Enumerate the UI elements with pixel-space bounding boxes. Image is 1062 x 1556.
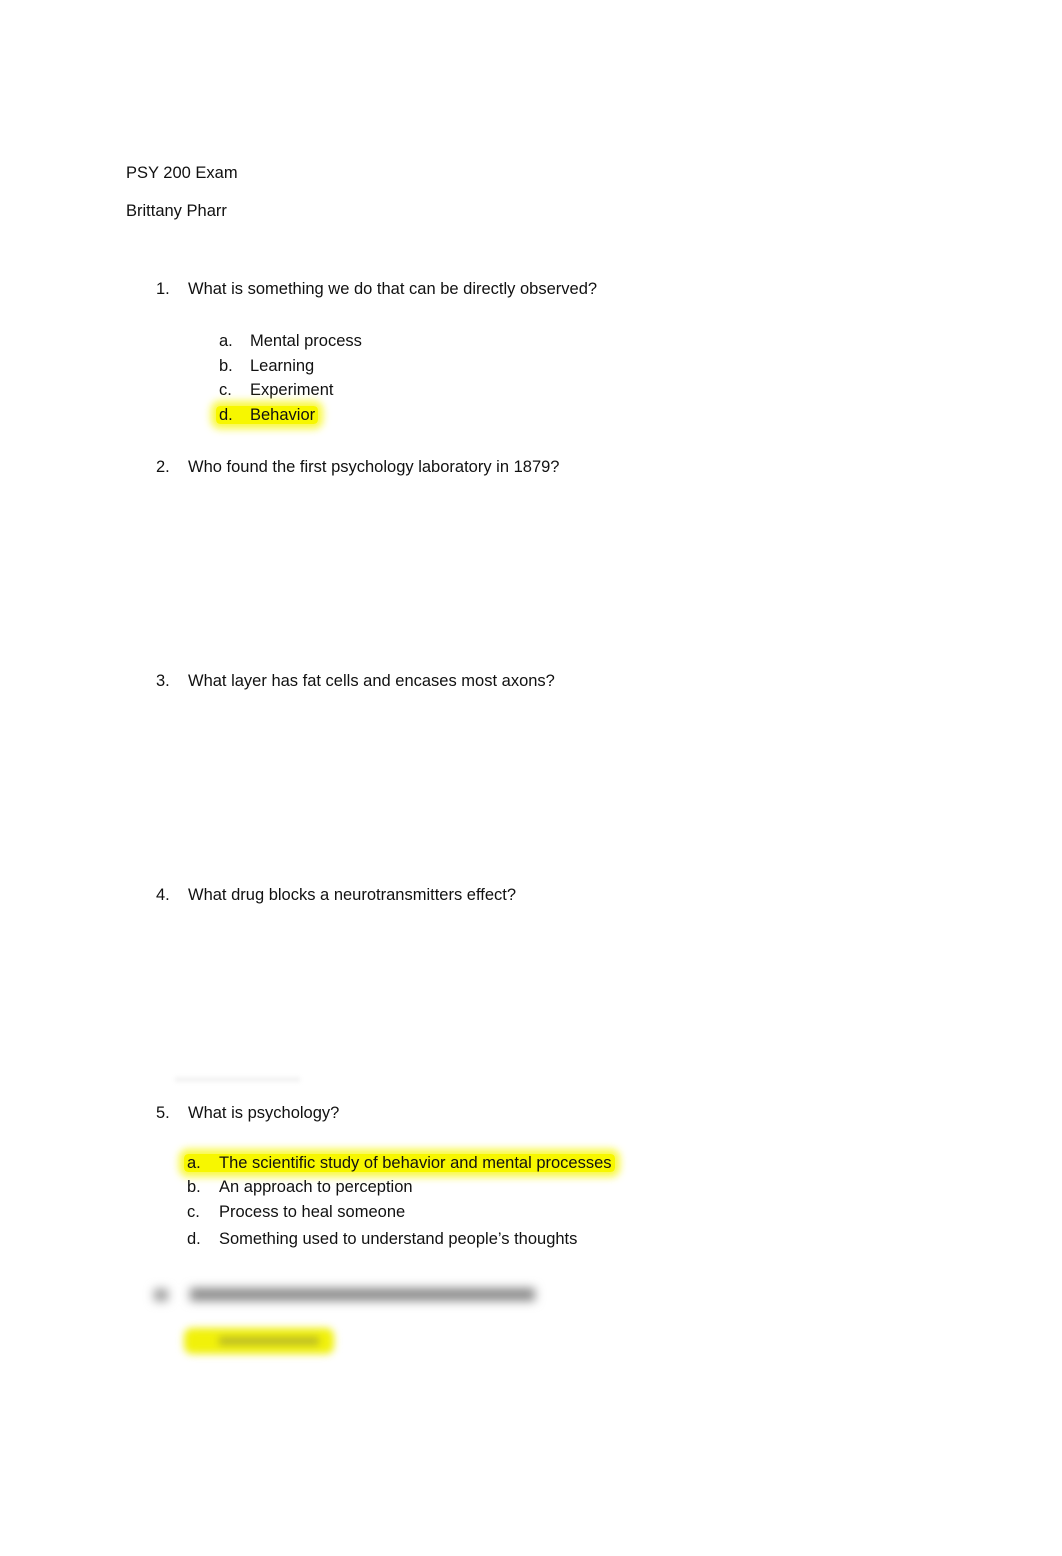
- q1-option-b: b. Learning: [219, 356, 314, 376]
- document-page: PSY 200 Exam Brittany Pharr 1. What is so…: [0, 0, 1062, 1556]
- q5-option-d: d. Something used to understand people’s …: [187, 1229, 577, 1249]
- question-number: 4.: [156, 886, 170, 904]
- question-2: 2. Who found the first psychology laborat…: [156, 457, 559, 477]
- option-letter: c.: [219, 381, 232, 399]
- question-number: 5.: [156, 1104, 170, 1122]
- option-letter: a.: [219, 332, 233, 350]
- option-letter: b.: [219, 357, 233, 375]
- option-text: Experiment: [250, 381, 334, 399]
- question-text: What drug blocks a neurotransmitters eff…: [188, 886, 517, 904]
- option-text: The scientific study of behavior and men…: [219, 1154, 612, 1172]
- blurred-answer-text: [219, 1337, 319, 1345]
- blurred-question-text: [190, 1288, 535, 1301]
- option-text: Behavior: [250, 406, 316, 424]
- blurred-highlighted-answer: [184, 1328, 334, 1354]
- option-text: An approach to perception: [219, 1178, 413, 1196]
- question-number: 2.: [156, 458, 170, 476]
- answer-highlight: d. Behavior: [216, 406, 319, 424]
- option-letter: d.: [219, 406, 233, 424]
- q1-option-c: c. Experiment: [219, 380, 333, 400]
- question-text: What layer has fat cells and encases mos…: [188, 672, 555, 690]
- question-number: 1.: [156, 280, 170, 298]
- q5-option-c: c. Process to heal someone: [187, 1202, 405, 1222]
- question-number: 3.: [156, 672, 170, 690]
- question-text: Who found the first psychology laborator…: [188, 458, 560, 476]
- option-text: Process to heal someone: [219, 1203, 406, 1221]
- question-1: 1. What is something we do that can be di…: [156, 279, 597, 299]
- question-4: 4. What drug blocks a neurotransmitters e…: [156, 885, 516, 905]
- option-letter: b.: [187, 1178, 201, 1196]
- q5-option-b: b. An approach to perception: [187, 1177, 413, 1197]
- question-5: 5. What is psychology?: [156, 1103, 339, 1123]
- option-text: Mental process: [250, 332, 362, 350]
- option-letter: c.: [187, 1203, 200, 1221]
- question-3: 3. What layer has fat cells and encases m…: [156, 671, 555, 691]
- q5-option-a-highlighted: a. The scientific study of behavior and m…: [184, 1153, 615, 1173]
- question-text: What is psychology?: [188, 1104, 340, 1122]
- blurred-question-number: [154, 1289, 168, 1301]
- q1-option-a: a. Mental process: [219, 331, 362, 351]
- faint-blurred-mark: [175, 1077, 300, 1082]
- option-text: Learning: [250, 357, 315, 375]
- answer-highlight: a. The scientific study of behavior and m…: [184, 1154, 615, 1172]
- question-text: What is something we do that can be dire…: [188, 280, 598, 298]
- document-title: PSY 200 Exam: [126, 164, 238, 182]
- option-text: Something used to understand people’s th…: [219, 1230, 578, 1248]
- blurred-question: [150, 1285, 540, 1303]
- author-name: Brittany Pharr: [126, 202, 227, 220]
- q1-option-d-highlighted: d. Behavior: [216, 405, 319, 425]
- option-letter: d.: [187, 1230, 201, 1248]
- option-letter: a.: [187, 1154, 201, 1172]
